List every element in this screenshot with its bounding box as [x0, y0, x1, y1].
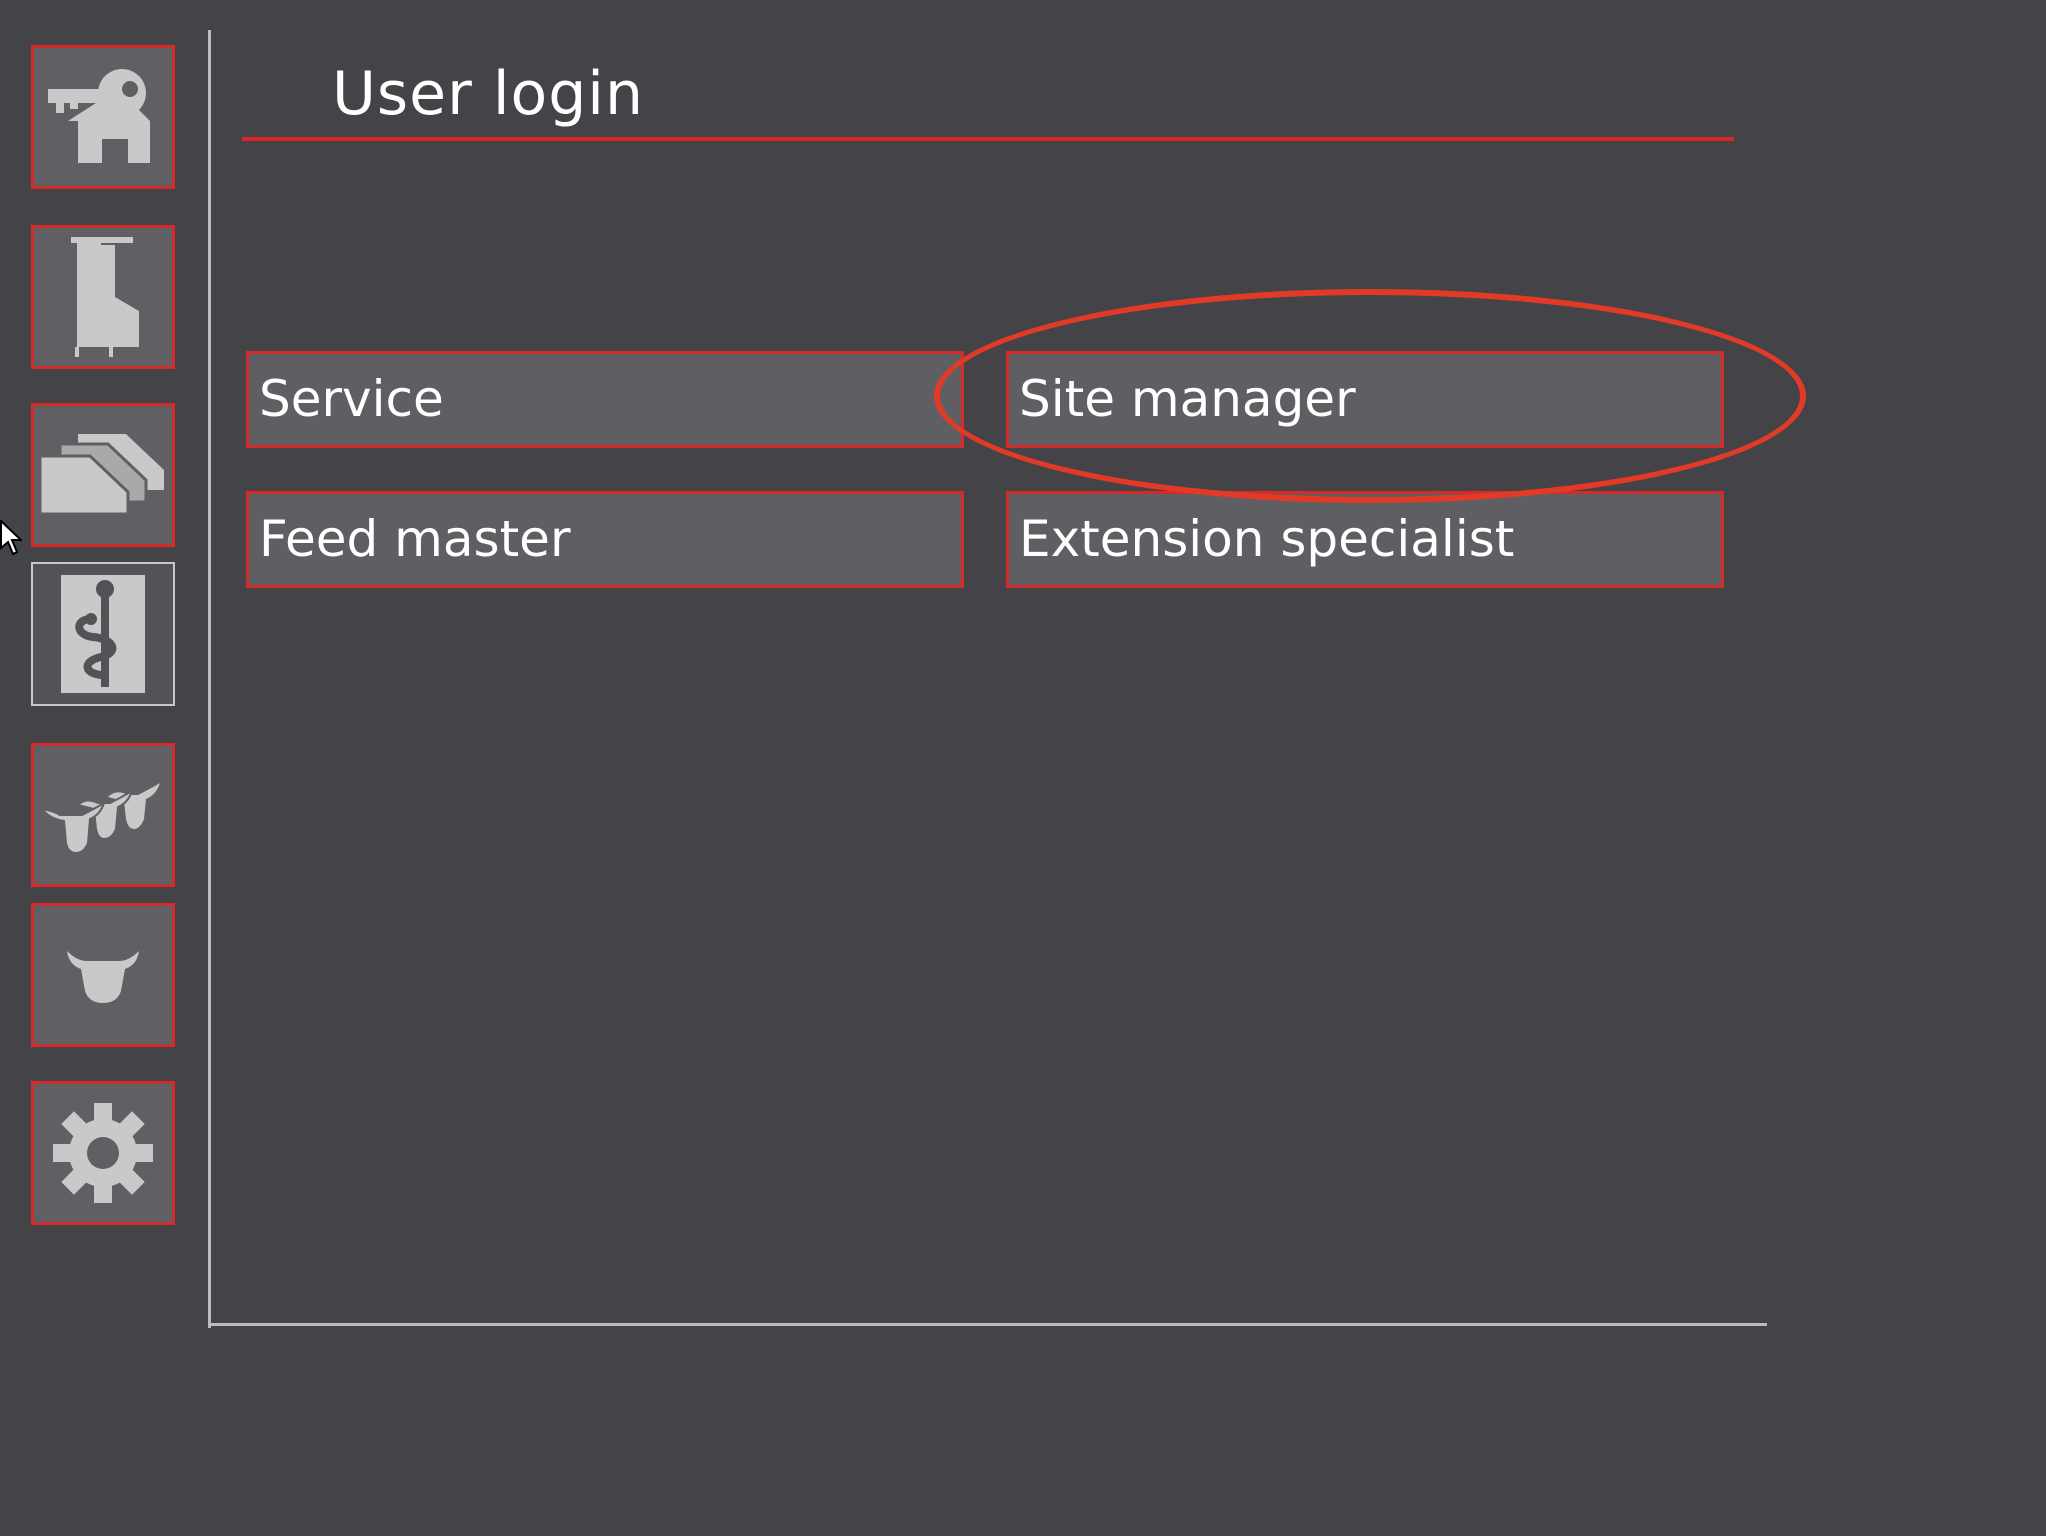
content-frame-bottom-border: [208, 1323, 1767, 1326]
site-manager-button[interactable]: Site manager: [1006, 351, 1724, 448]
veterinary-caduceus-icon: [61, 575, 145, 693]
cow-herd-icon: [39, 783, 160, 855]
feed-station-icon: [71, 237, 139, 357]
screen: User login Service Site manager Feed mas…: [0, 0, 2046, 1536]
sidebar-item-animal[interactable]: [31, 903, 175, 1047]
sidebar-item-herd[interactable]: [31, 743, 175, 887]
sidebar-item-settings[interactable]: [31, 1081, 175, 1225]
page-title: User login: [332, 59, 644, 129]
feed-master-button[interactable]: Feed master: [246, 491, 964, 588]
mouse-cursor-icon: [0, 520, 22, 556]
extension-specialist-button[interactable]: Extension specialist: [1006, 491, 1724, 588]
content-frame-left-border: [208, 30, 211, 1328]
cow-head-icon: [67, 951, 139, 1003]
sidebar-item-login[interactable]: [31, 45, 175, 189]
title-underline: [242, 137, 1734, 141]
stacked-layers-icon: [38, 434, 164, 516]
sidebar-item-health[interactable]: [31, 562, 175, 706]
gear-icon: [53, 1103, 153, 1203]
sidebar-item-feed-station[interactable]: [31, 225, 175, 369]
key-house-icon: [48, 69, 150, 163]
service-button[interactable]: Service: [246, 351, 964, 448]
sidebar-item-layers[interactable]: [31, 403, 175, 547]
